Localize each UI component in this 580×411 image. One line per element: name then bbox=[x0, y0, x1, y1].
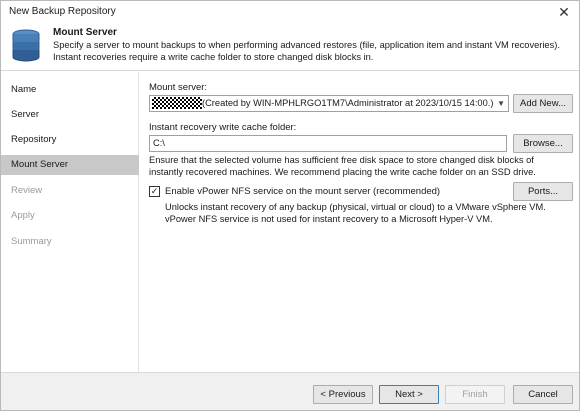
browse-button[interactable]: Browse... bbox=[513, 134, 573, 153]
cancel-button[interactable]: Cancel bbox=[513, 385, 573, 404]
mount-server-select[interactable]: (Created by WIN-MPHLRGO1TM7\Administrato… bbox=[149, 95, 509, 112]
next-button[interactable]: Next > bbox=[379, 385, 439, 404]
step-apply: Apply bbox=[11, 210, 35, 221]
enable-nfs-label[interactable]: Enable vPower NFS service on the mount s… bbox=[165, 186, 440, 197]
title-bar: New Backup Repository ✕ bbox=[1, 1, 579, 23]
close-icon[interactable]: ✕ bbox=[555, 3, 573, 21]
cache-folder-input[interactable]: C:\ bbox=[149, 135, 507, 152]
previous-button[interactable]: < Previous bbox=[313, 385, 373, 404]
wizard-footer: < Previous Next > Finish Cancel bbox=[1, 372, 579, 410]
cache-folder-note: Ensure that the selected volume has suff… bbox=[149, 155, 536, 177]
finish-button: Finish bbox=[445, 385, 505, 404]
step-server[interactable]: Server bbox=[1, 105, 139, 125]
step-review: Review bbox=[11, 185, 43, 196]
wizard-steps: Name Server Repository Mount Server Revi… bbox=[1, 72, 139, 372]
enable-nfs-checkbox[interactable]: ✓ bbox=[149, 186, 160, 197]
ports-button[interactable]: Ports... bbox=[513, 182, 573, 201]
nfs-note: Unlocks instant recovery of any backup (… bbox=[165, 202, 546, 224]
chevron-down-icon: ▼ bbox=[497, 99, 505, 108]
add-new-button[interactable]: Add New... bbox=[513, 94, 573, 113]
page-title: Mount Server bbox=[53, 27, 117, 38]
step-summary: Summary bbox=[11, 236, 52, 247]
new-backup-repository-dialog: New Backup Repository ✕ Mount Server Spe… bbox=[0, 0, 580, 411]
step-name[interactable]: Name bbox=[1, 80, 139, 100]
window-title: New Backup Repository bbox=[9, 6, 116, 17]
cache-folder-label: Instant recovery write cache folder: bbox=[149, 122, 297, 133]
step-mount-server[interactable]: Mount Server bbox=[1, 155, 139, 175]
mount-server-value: (Created by WIN-MPHLRGO1TM7\Administrato… bbox=[202, 98, 494, 108]
database-icon bbox=[12, 29, 40, 62]
page-description: Specify a server to mount backups to whe… bbox=[53, 40, 560, 62]
mount-server-label: Mount server: bbox=[149, 82, 208, 93]
step-repository[interactable]: Repository bbox=[1, 130, 139, 150]
redacted-server-name bbox=[152, 97, 202, 109]
wizard-header: Mount Server Specify a server to mount b… bbox=[1, 23, 579, 71]
